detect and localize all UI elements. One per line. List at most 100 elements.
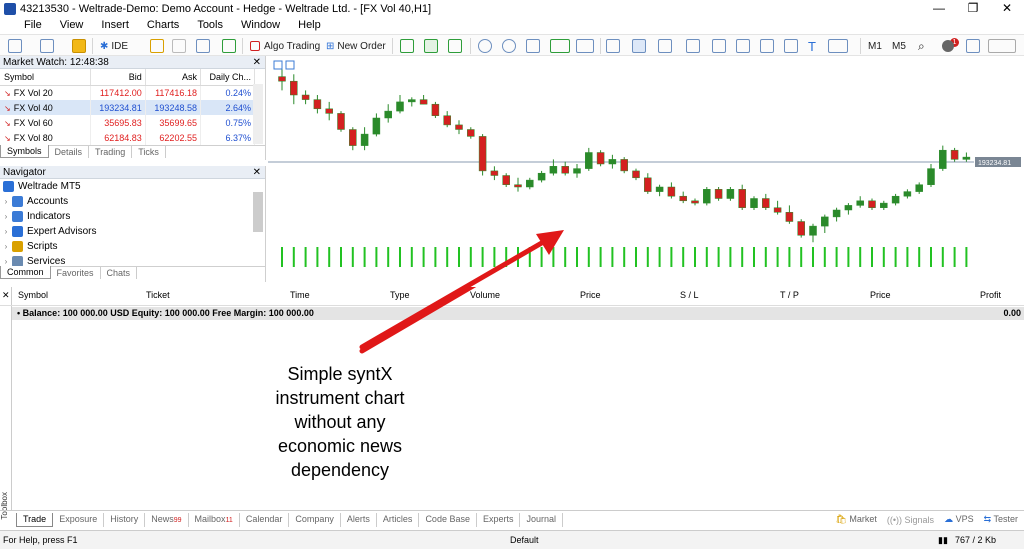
candle-body[interactable] — [844, 205, 853, 211]
candle-body[interactable] — [797, 221, 805, 236]
candle-body[interactable] — [762, 198, 770, 208]
candle-body[interactable] — [679, 195, 687, 202]
chevron-right-icon[interactable]: › — [0, 242, 12, 251]
candle-body[interactable] — [632, 170, 640, 179]
candle-body[interactable] — [667, 186, 676, 197]
candle-body[interactable] — [467, 129, 475, 137]
restore-button[interactable]: ❐ — [956, 0, 990, 16]
candle-body[interactable] — [455, 124, 463, 130]
candle-body[interactable] — [608, 159, 617, 165]
search-icon[interactable]: ⌕ — [918, 38, 925, 54]
menu-view[interactable]: View — [51, 19, 93, 31]
trade-buy-icon[interactable] — [273, 60, 283, 70]
tab-articles[interactable]: Articles — [377, 512, 420, 527]
chevron-right-icon[interactable]: › — [0, 212, 12, 221]
mw-row[interactable]: ↘ FX Vol 60 35695.83 35699.65 0.75% — [0, 115, 256, 130]
candle-body[interactable] — [337, 113, 345, 130]
menu-insert[interactable]: Insert — [92, 19, 138, 31]
mw-row[interactable]: ↘ FX Vol 20 117412.00 117416.18 0.24% — [0, 85, 256, 100]
candle-body[interactable] — [903, 191, 912, 197]
tester-button[interactable]: ⇆ Tester — [984, 514, 1018, 525]
line-chart-icon[interactable] — [448, 38, 462, 54]
mw-col-header[interactable]: Ask — [145, 69, 201, 86]
close-button[interactable]: ✕ — [990, 0, 1024, 16]
chevron-right-icon[interactable]: › — [0, 257, 12, 266]
mw-row[interactable]: ↘ FX Vol 80 62184.83 62202.55 6.37% — [0, 130, 256, 145]
candle-body[interactable] — [278, 76, 286, 82]
cloud-icon[interactable] — [196, 38, 210, 54]
mw-row[interactable]: ↘ FX Vol 40 193234.81 193248.58 2.64% — [0, 100, 256, 115]
horizontal-line-icon[interactable] — [712, 38, 726, 54]
tab-symbols[interactable]: Symbols — [0, 145, 49, 158]
candle-body[interactable] — [408, 99, 416, 103]
tab-alerts[interactable]: Alerts — [341, 512, 377, 527]
candle-body[interactable] — [573, 168, 581, 174]
candle-body[interactable] — [443, 115, 451, 126]
bar-chart-icon[interactable] — [400, 38, 414, 54]
tab-code-base[interactable]: Code Base — [419, 512, 477, 527]
candle-body[interactable] — [313, 99, 322, 110]
candle-body[interactable] — [691, 200, 699, 204]
algo-trading-button[interactable]: Algo Trading — [250, 38, 320, 54]
trade-sell-icon[interactable] — [285, 60, 295, 70]
candle-body[interactable] — [419, 99, 428, 105]
candle-body[interactable] — [490, 170, 499, 176]
candle-body[interactable] — [290, 80, 298, 96]
autoscroll-icon[interactable] — [550, 38, 570, 54]
candle-body[interactable] — [726, 189, 735, 199]
chevron-right-icon[interactable]: › — [0, 227, 12, 236]
tab-mailbox[interactable]: Mailbox11 — [189, 512, 240, 527]
candle-body[interactable] — [537, 172, 546, 181]
close-icon[interactable]: ✕ — [253, 56, 261, 69]
tab-details[interactable]: Details — [49, 146, 90, 158]
candle-body[interactable] — [620, 159, 628, 172]
coin-icon[interactable] — [72, 38, 86, 54]
crosshair-icon[interactable] — [658, 38, 672, 54]
market-button[interactable]: 🛍 Market — [835, 514, 876, 525]
text-tool-icon[interactable]: T — [808, 38, 816, 54]
timeframe-m1[interactable]: M1 — [868, 38, 882, 54]
candle-body[interactable] — [880, 202, 888, 208]
candle-body[interactable] — [372, 117, 381, 135]
navigator-scrollbar[interactable] — [253, 192, 263, 232]
candle-body[interactable] — [396, 101, 404, 112]
candle-body[interactable] — [585, 152, 593, 169]
shapes-icon[interactable] — [828, 38, 848, 54]
templates-icon[interactable] — [40, 38, 54, 54]
tab-chats[interactable]: Chats — [101, 267, 138, 279]
tab-trade[interactable]: Trade — [16, 512, 54, 527]
candle-body[interactable] — [349, 129, 357, 146]
trend-line-icon[interactable] — [736, 38, 750, 54]
tab-trading[interactable]: Trading — [89, 146, 133, 158]
candle-body[interactable] — [514, 184, 522, 188]
cursor-icon[interactable] — [632, 38, 646, 54]
candle-body[interactable] — [502, 175, 510, 185]
candle-body[interactable] — [360, 133, 369, 146]
menu-charts[interactable]: Charts — [138, 19, 188, 31]
candle-body[interactable] — [655, 186, 664, 192]
candle-body[interactable] — [773, 207, 782, 213]
candle-body[interactable] — [596, 152, 605, 165]
tab-favorites[interactable]: Favorites — [51, 267, 101, 279]
candle-body[interactable] — [962, 156, 971, 160]
candle-body[interactable] — [891, 195, 900, 204]
vertical-line-icon[interactable] — [686, 38, 700, 54]
candle-body[interactable] — [821, 216, 829, 227]
timeframe-m5[interactable]: M5 — [892, 38, 906, 54]
market-watch-scrollbar[interactable] — [253, 84, 263, 144]
candle-body[interactable] — [868, 200, 876, 208]
navigator-root[interactable]: Weltrade MT5 — [0, 179, 265, 194]
chat-icon[interactable] — [966, 38, 980, 54]
tab-journal[interactable]: Journal — [520, 512, 564, 527]
menu-window[interactable]: Window — [232, 19, 289, 31]
navigator-item-accounts[interactable]: › Accounts — [0, 194, 265, 209]
minimize-button[interactable]: — — [922, 0, 956, 16]
candle-body[interactable] — [526, 179, 534, 188]
candle-body[interactable] — [325, 108, 333, 114]
close-icon[interactable]: ✕ — [253, 166, 261, 179]
candlestick-icon[interactable] — [424, 38, 438, 54]
tab-common[interactable]: Common — [0, 266, 51, 279]
candle-body[interactable] — [738, 189, 746, 208]
ide-button[interactable]: ✱ IDE — [100, 38, 128, 54]
new-chart-icon[interactable] — [8, 38, 22, 54]
